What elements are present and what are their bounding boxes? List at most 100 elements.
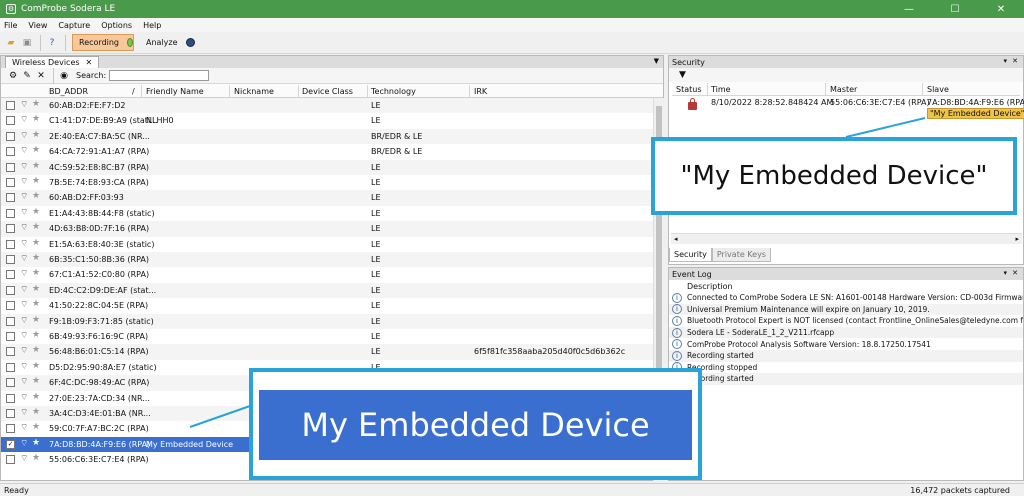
col-bd-addr[interactable]: BD_ADDR [49, 87, 88, 96]
device-checkbox[interactable] [6, 362, 15, 372]
col-nickname[interactable]: Nickname [234, 87, 274, 96]
favorite-star-icon[interactable]: ★ [32, 268, 40, 278]
view-eye-icon[interactable]: ◉ [58, 71, 70, 81]
favorite-star-icon[interactable]: ★ [32, 438, 40, 448]
device-row[interactable]: ⌔ ★ ED:4C:C2:D9:DE:AF (stat... LE [1, 282, 653, 299]
device-checkbox[interactable] [6, 424, 15, 434]
device-row[interactable]: ⌔ ★ 6B:49:93:F6:16:9C (RPA) LE [1, 329, 653, 344]
favorite-star-icon[interactable]: ★ [32, 407, 40, 417]
search-input[interactable] [109, 70, 210, 81]
col-friendly-name[interactable]: Friendly Name [146, 87, 204, 96]
favorite-star-icon[interactable]: ★ [32, 299, 40, 309]
delete-icon[interactable]: ✕ [35, 71, 47, 81]
scroll-left-icon[interactable]: ◂ [674, 235, 678, 243]
tab-private-keys[interactable]: Private Keys [711, 248, 771, 262]
favorite-star-icon[interactable]: ★ [32, 114, 40, 124]
favorite-star-icon[interactable]: ★ [32, 284, 40, 294]
filter-icon[interactable]: ▼ [679, 70, 686, 80]
device-checkbox[interactable] [6, 208, 15, 218]
event-log-header[interactable]: Description [669, 280, 1023, 292]
col-device-class[interactable]: Device Class [302, 87, 353, 96]
favorite-star-icon[interactable]: ★ [32, 392, 40, 402]
device-checkbox[interactable] [6, 239, 15, 249]
device-row[interactable]: ⌔ ★ F9:1B:09:F3:71:85 (static) LE [1, 313, 653, 329]
device-row[interactable]: ⌔ ★ E1:5A:63:E8:40:3E (static) LE [1, 237, 653, 252]
device-checkbox[interactable] [6, 455, 15, 465]
edit-icon[interactable]: ✎ [21, 71, 33, 81]
menu-file[interactable]: File [4, 21, 17, 30]
favorite-star-icon[interactable]: ★ [32, 145, 40, 155]
scroll-right-icon[interactable]: ▸ [1015, 235, 1019, 243]
favorite-star-icon[interactable]: ★ [32, 238, 40, 248]
tab-wireless-devices[interactable]: Wireless Devices ✕ [5, 56, 100, 68]
pin-icon[interactable]: ▾ [1003, 269, 1007, 277]
favorite-star-icon[interactable]: ★ [32, 207, 40, 217]
col-status[interactable]: Status [676, 85, 702, 94]
menu-help[interactable]: Help [143, 21, 161, 30]
menu-options[interactable]: Options [101, 21, 132, 30]
device-row[interactable]: ⌔ ★ 56:48:B6:01:C5:14 (RPA) LE 6f5f81fc358aa… [1, 344, 653, 360]
device-row[interactable]: ⌔ ★ 67:C1:A1:52:C0:80 (RPA) LE [1, 267, 653, 282]
device-checkbox[interactable] [6, 178, 15, 187]
security-hscrollbar[interactable]: ◂ ▸ [671, 233, 1022, 244]
discover-devices-icon[interactable]: ⚙ [7, 71, 19, 81]
maximize-button[interactable]: ☐ [932, 0, 978, 18]
help-icon[interactable]: ? [45, 36, 59, 50]
device-checkbox[interactable] [6, 316, 15, 326]
device-checkbox[interactable] [6, 393, 15, 403]
event-log-entry[interactable]: iRecording started [669, 373, 1023, 385]
favorite-star-icon[interactable]: ★ [32, 191, 40, 201]
recording-button[interactable]: Recording [72, 34, 134, 51]
event-log-entry[interactable]: i Connected to ComProbe Sodera LE SN: A16… [669, 292, 1023, 304]
col-time[interactable]: Time [711, 85, 731, 94]
favorite-star-icon[interactable]: ★ [32, 345, 40, 355]
tab-dropdown-icon[interactable]: ▼ [654, 57, 659, 65]
device-checkbox[interactable] [6, 255, 15, 264]
device-row[interactable]: ⌔ ★ 4D:63:B8:0D:7F:16 (RPA) LE [1, 221, 653, 237]
close-tab-icon[interactable]: ✕ [86, 58, 93, 67]
device-row[interactable]: ⌔ ★ 4C:59:52:E8:8C:B7 (RPA) LE [1, 159, 653, 175]
event-log-entry[interactable]: iRecording stopped [669, 362, 1023, 374]
col-irk[interactable]: IRK [474, 87, 487, 96]
minimize-button[interactable]: — [886, 0, 932, 18]
security-row[interactable]: 8/10/2022 8:28:52.848424 AM 55:06:C6:3E:… [672, 96, 1024, 119]
device-row[interactable]: ⌔ ★ E1:A4:43:8B:44:F8 (static) LE [1, 206, 653, 221]
event-log-entry[interactable]: i ComProbe Protocol Analysis Software Ver… [669, 338, 1023, 350]
favorite-star-icon[interactable]: ★ [32, 453, 40, 463]
device-checkbox[interactable]: ✓ [6, 439, 15, 449]
favorite-star-icon[interactable]: ★ [32, 330, 40, 340]
event-log-entry[interactable]: i Bluetooth Protocol Expert is NOT licens… [669, 315, 1023, 327]
device-checkbox[interactable] [6, 332, 15, 341]
open-folder-icon[interactable]: ▰ [4, 36, 18, 50]
favorite-star-icon[interactable]: ★ [32, 130, 40, 140]
device-checkbox[interactable] [6, 409, 15, 418]
device-row[interactable]: ⌔ ★ 2E:40:EA:C7:BA:5C (NR... BR/EDR & LE [1, 128, 653, 145]
favorite-star-icon[interactable]: ★ [32, 176, 40, 186]
col-master[interactable]: Master [830, 85, 857, 94]
favorite-star-icon[interactable]: ★ [32, 315, 40, 325]
device-checkbox[interactable] [6, 116, 15, 126]
favorite-star-icon[interactable]: ★ [32, 361, 40, 371]
menu-view[interactable]: View [28, 21, 47, 30]
col-technology[interactable]: Technology [371, 87, 416, 96]
favorite-star-icon[interactable]: ★ [32, 99, 40, 109]
close-button[interactable]: ✕ [978, 0, 1024, 18]
device-row[interactable]: ⌔ ★ 41:50:22:8C:04:5E (RPA) LE [1, 298, 653, 313]
device-checkbox[interactable] [6, 378, 15, 388]
close-pane-icon[interactable]: ✕ [1012, 269, 1018, 277]
device-checkbox[interactable] [6, 224, 15, 234]
menu-capture[interactable]: Capture [58, 21, 90, 30]
device-checkbox[interactable] [6, 193, 15, 203]
event-log-entry[interactable]: iRecording started [669, 349, 1023, 362]
device-row[interactable]: ⌔ ★ 64:CA:72:91:A1:A7 (RPA) BR/EDR & LE [1, 144, 653, 159]
device-checkbox[interactable] [6, 162, 15, 172]
device-checkbox[interactable] [6, 301, 15, 311]
col-slave[interactable]: Slave [927, 85, 949, 94]
device-checkbox[interactable] [6, 101, 15, 110]
favorite-star-icon[interactable]: ★ [32, 376, 40, 386]
event-log-entry[interactable]: i Sodera LE - SoderaLE_1_2_V211.rfcapp [669, 326, 1023, 339]
close-pane-icon[interactable]: ✕ [1012, 57, 1018, 65]
device-row[interactable]: ⌔ ★ C1:41:D7:DE:B9:A9 (stati... NLHH0 LE [1, 113, 653, 128]
device-checkbox[interactable] [6, 270, 15, 280]
save-icon[interactable]: ▣ [20, 36, 34, 50]
